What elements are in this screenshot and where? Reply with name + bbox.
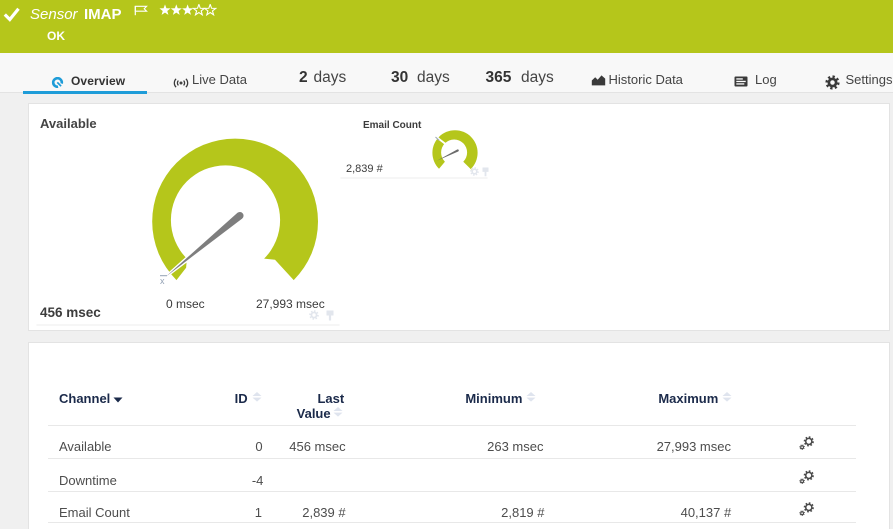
svg-text:x: x [160, 276, 165, 286]
